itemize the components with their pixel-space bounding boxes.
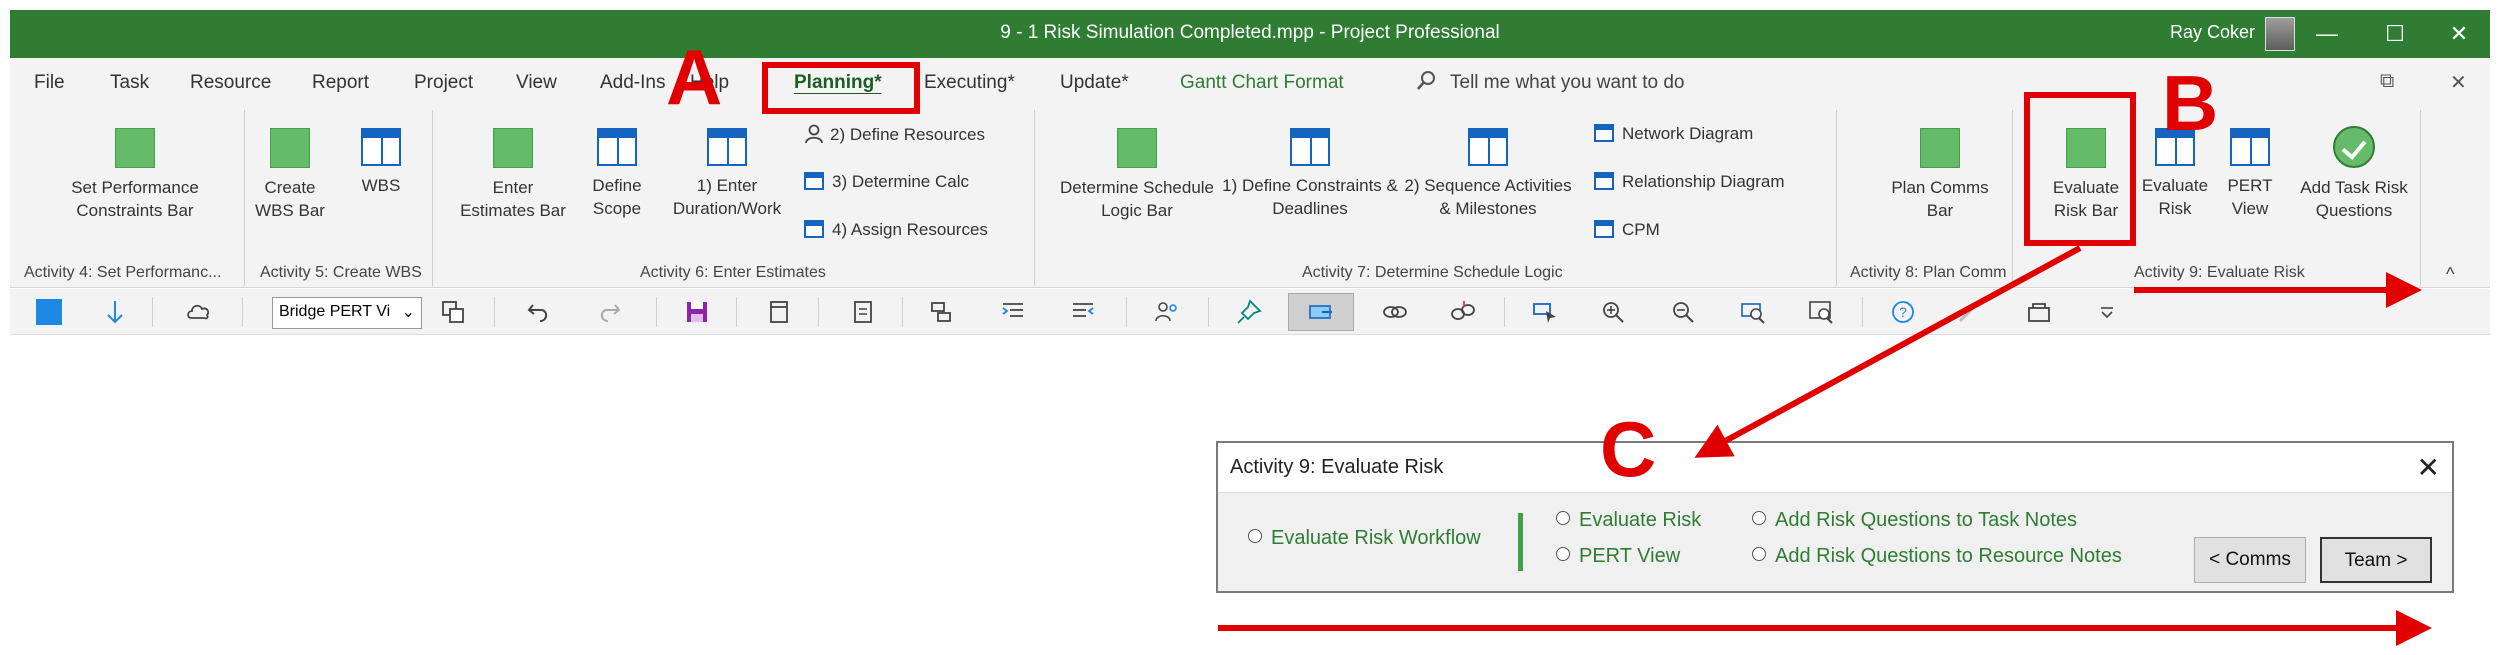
annotation-arrows: [1218, 245, 2432, 646]
app-root: 9 - 1 Risk Simulation Completed.mpp - Pr…: [0, 0, 2500, 655]
arrow-to-dialog: [1694, 245, 2082, 458]
